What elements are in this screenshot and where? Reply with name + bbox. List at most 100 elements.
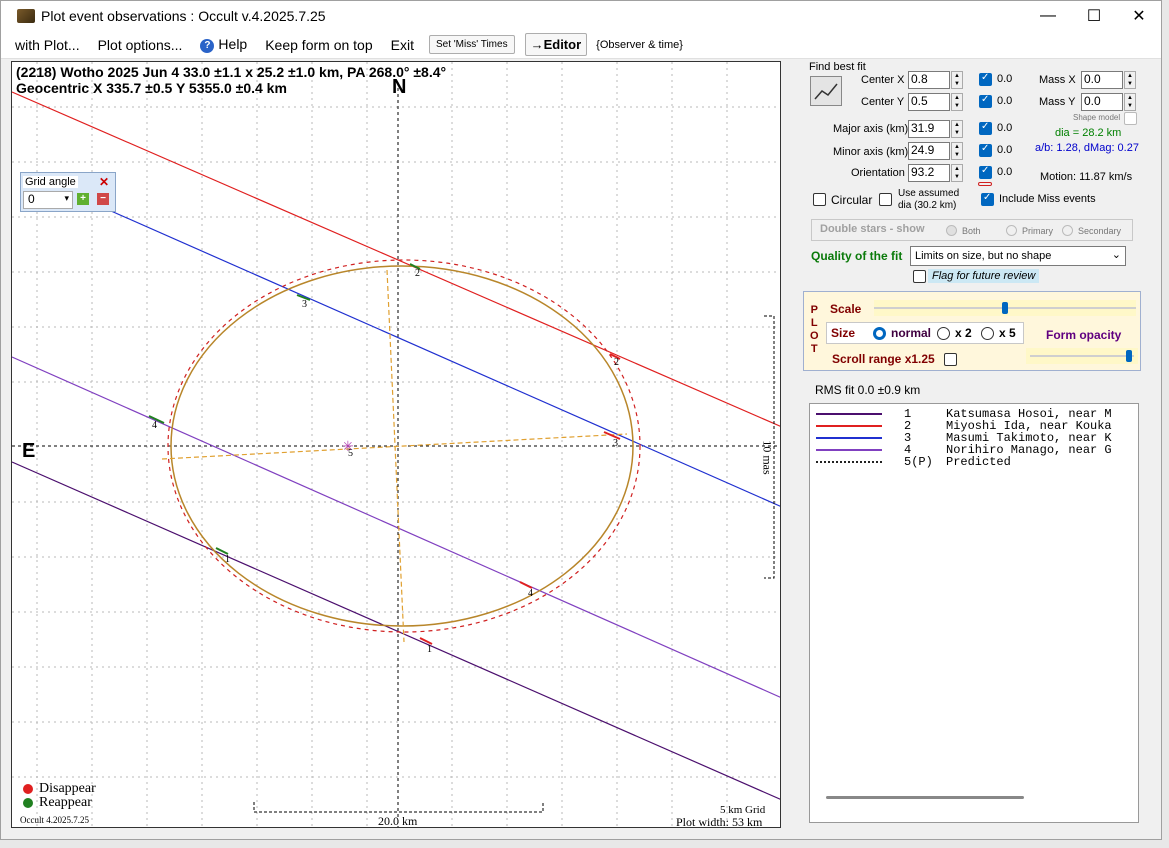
- major-axis-spinner[interactable]: ▲ ▼: [951, 120, 963, 138]
- opacity-slider[interactable]: [1026, 348, 1138, 364]
- include-miss-label: Include Miss events: [999, 193, 1096, 205]
- orientation-input[interactable]: 93.2: [908, 164, 950, 182]
- major-axis-input[interactable]: 31.9: [908, 120, 950, 138]
- observer-legend: 1 Katsumasa Hosoi, near M 2 Miyoshi Ida, ne…: [809, 403, 1139, 823]
- fit-panel: Find best fit Center X 0.8 ▲▼ 0.0 Center…: [801, 61, 1141, 829]
- mass-x-input[interactable]: 0.0: [1081, 71, 1123, 89]
- chevron-down-icon: ▾: [64, 193, 69, 203]
- legend-swatch: [816, 413, 882, 415]
- menu-help[interactable]: ? Help: [191, 36, 256, 53]
- close-button[interactable]: ✕: [1116, 1, 1162, 31]
- grid-lines: [12, 62, 780, 827]
- circular-checkbox[interactable]: [813, 193, 826, 206]
- size-normal-label: normal: [891, 326, 932, 340]
- mass-x-label: Mass X: [1039, 74, 1076, 86]
- menu-keep-on-top[interactable]: Keep form on top: [256, 37, 381, 53]
- main-window: Plot event observations : Occult v.4.202…: [0, 0, 1162, 840]
- mass-x-spinner[interactable]: ▲ ▼: [1124, 71, 1136, 89]
- menu-exit[interactable]: Exit: [382, 37, 423, 53]
- center-x-checkbox[interactable]: [979, 72, 992, 86]
- scale-label: Scale: [830, 302, 862, 316]
- center-x-label: Center X: [861, 74, 905, 86]
- mass-y-input[interactable]: 0.0: [1081, 93, 1123, 111]
- use-assumed-checkbox[interactable]: [879, 193, 892, 206]
- size-x2-radio[interactable]: [937, 327, 950, 340]
- plot-side-letter: T: [810, 343, 818, 355]
- secondary-radio[interactable]: [1062, 225, 1073, 236]
- menu-with-plot[interactable]: with Plot...: [1, 37, 89, 53]
- east-label: E: [22, 440, 36, 462]
- size-normal-radio[interactable]: [873, 327, 886, 340]
- flag-review-label: Flag for future review: [928, 269, 1040, 283]
- grid-angle-select[interactable]: 0 ▾: [23, 191, 73, 209]
- grid-angle-plus-button[interactable]: +: [77, 193, 89, 205]
- major-axis-delta: 0.0: [997, 122, 1013, 134]
- ab-dmag-label: a/b: 1.28, dMag: 0.27: [1035, 142, 1139, 154]
- set-miss-times-button[interactable]: Set 'Miss' Times: [428, 35, 515, 54]
- both-radio[interactable]: [946, 225, 957, 236]
- grid-angle-label: Grid angle: [23, 176, 78, 188]
- quality-select[interactable]: Limits on size, but no shape ⌄: [910, 246, 1126, 266]
- svg-text:3: 3: [613, 438, 618, 449]
- minor-axis-input[interactable]: 24.9: [908, 142, 950, 160]
- double-stars-group: Double stars - show Both Primary Seconda…: [811, 219, 1133, 241]
- disappear-dot: [23, 784, 33, 794]
- scroll-range-label: Scroll range x1.25: [832, 352, 935, 366]
- editor-button[interactable]: →Editor: [524, 33, 588, 56]
- double-stars-label: Double stars - show: [820, 223, 925, 235]
- legend-swatch: [816, 461, 882, 463]
- opacity-slider-thumb[interactable]: [1126, 350, 1132, 362]
- scale-slider-thumb[interactable]: [1002, 302, 1008, 314]
- plot-side-letter: P: [810, 304, 818, 316]
- circular-label: Circular: [831, 193, 873, 207]
- plot-side-letter: L: [810, 317, 818, 329]
- center-y-delta: 0.0: [997, 95, 1013, 107]
- center-y-checkbox[interactable]: [979, 94, 992, 108]
- svg-text:3: 3: [302, 299, 307, 310]
- menu-observer-time[interactable]: {Observer & time}: [587, 39, 692, 51]
- mass-y-spinner[interactable]: ▲ ▼: [1124, 93, 1136, 111]
- menu-plot-options[interactable]: Plot options...: [89, 37, 192, 53]
- legend-observer-name: Predicted: [946, 455, 1011, 469]
- size-x5-radio[interactable]: [981, 327, 994, 340]
- center-y-input[interactable]: 0.5: [908, 93, 950, 111]
- minimize-button[interactable]: —: [1025, 1, 1071, 31]
- center-x-spinner[interactable]: ▲ ▼: [951, 71, 963, 89]
- maximize-button[interactable]: ☐: [1071, 1, 1117, 31]
- chord-line-4: [12, 356, 780, 698]
- grid-angle-close-icon[interactable]: ✕: [99, 175, 109, 189]
- plot-subtitle: Geocentric X 335.7 ±0.5 Y 5355.0 ±0.4 km: [16, 80, 287, 96]
- grid-angle-minus-button[interactable]: −: [97, 193, 109, 205]
- chevron-down-icon: ⌄: [1111, 249, 1121, 261]
- both-label: Both: [962, 226, 981, 236]
- include-miss-checkbox[interactable]: [981, 192, 994, 206]
- vertical-scale-label: 10 mas: [760, 440, 775, 475]
- minor-axis-checkbox[interactable]: [979, 143, 992, 157]
- predicted-center-star: ✳: [342, 438, 354, 454]
- legend-number: 5(P): [904, 455, 933, 469]
- major-axis-label: Major axis (km): [833, 123, 909, 135]
- center-x-input[interactable]: 0.8: [908, 71, 950, 89]
- center-y-spinner[interactable]: ▲ ▼: [951, 93, 963, 111]
- legend-reappear: Reappear: [39, 795, 92, 810]
- orientation-spinner[interactable]: ▲ ▼: [951, 164, 963, 182]
- minor-axis-spinner[interactable]: ▲ ▼: [951, 142, 963, 160]
- orientation-indicator-icon: [978, 182, 992, 186]
- legend-swatch: [816, 437, 882, 439]
- scroll-range-checkbox[interactable]: [944, 353, 957, 366]
- legend-swatch: [816, 449, 882, 451]
- flag-review-checkbox[interactable]: [913, 270, 926, 283]
- legend-scrollbar[interactable]: [826, 796, 1024, 799]
- use-assumed-label: Use assumed: [898, 188, 960, 199]
- rms-fit-label: RMS fit 0.0 ±0.9 km: [815, 383, 921, 397]
- svg-text:4: 4: [528, 588, 533, 599]
- plot-canvas[interactable]: 11 22 33 44 5 ✳ (2218) Wotho 2025 Jun 4 …: [11, 61, 781, 828]
- orientation-checkbox[interactable]: [979, 165, 992, 179]
- plot-width-label: Plot width: 53 km: [676, 815, 763, 828]
- scale-slider[interactable]: [874, 300, 1136, 316]
- find-best-fit-button[interactable]: [810, 76, 842, 106]
- major-axis-checkbox[interactable]: [979, 121, 992, 135]
- shape-model-checkbox[interactable]: [1124, 112, 1137, 125]
- primary-radio[interactable]: [1006, 225, 1017, 236]
- center-y-label: Center Y: [861, 96, 905, 108]
